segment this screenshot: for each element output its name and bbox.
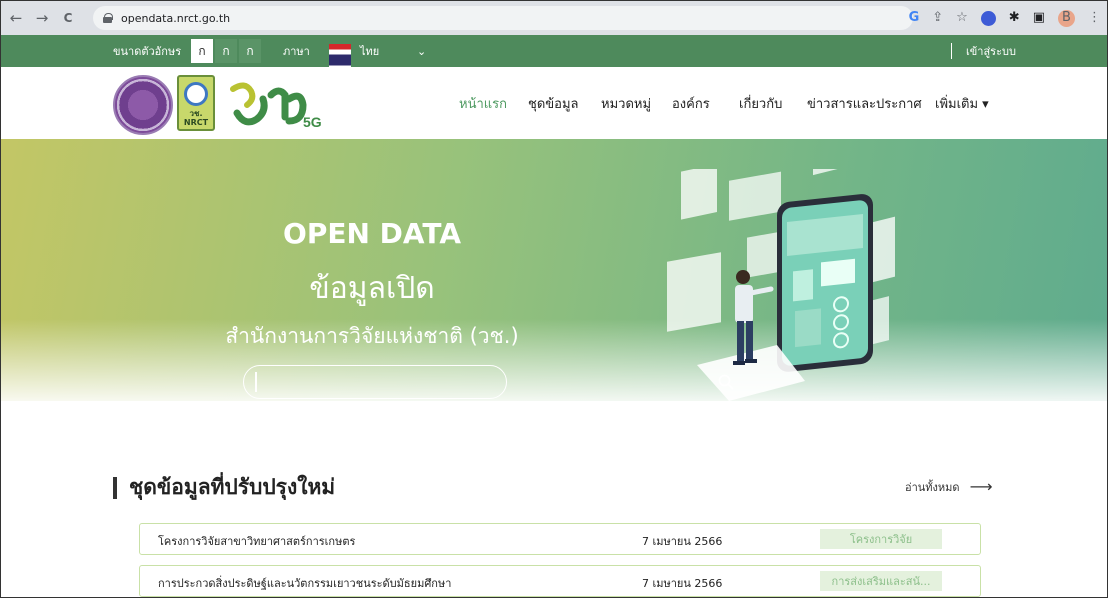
address-bar[interactable]: opendata.nrct.go.th [93, 6, 913, 30]
nav-news[interactable]: ข่าวสารและประกาศ [807, 67, 922, 139]
dataset-date: 7 เมษายน 2566 [642, 535, 723, 548]
text-cursor [255, 372, 257, 392]
extension-icon[interactable] [980, 10, 996, 26]
sidebar-icon[interactable]: ▣ [1033, 8, 1045, 28]
hero-subtitle: สำนักงานการวิจัยแห่งชาติ (วช.) [225, 324, 519, 348]
nrct-seal-logo[interactable] [113, 75, 173, 135]
nav-about[interactable]: เกี่ยวกับ [739, 67, 782, 139]
language-label: ภาษา [283, 45, 310, 58]
section-title: ชุดข้อมูลที่ปรับปรุงใหม่ [129, 475, 336, 499]
url-text: opendata.nrct.go.th [121, 11, 231, 25]
data-analysis-illustration [667, 169, 895, 401]
menu-icon[interactable]: ⋮ [1088, 8, 1101, 28]
font-size-label: ขนาดตัวอักษร [113, 45, 182, 58]
read-all-link[interactable]: อ่านทั้งหมด ⟶ [905, 477, 993, 496]
read-all-label: อ่านทั้งหมด [905, 480, 960, 494]
dataset-title[interactable]: โครงการวิจัยสาขาวิทยาศาสตร์การเกษตร [158, 532, 355, 550]
browser-window: ← → C opendata.nrct.go.th G ⇪ ☆ ✱ ▣ B ⋮ … [0, 0, 1108, 598]
dataset-row[interactable]: การประกวดสิ่งประดิษฐ์และนวัตกรรมเยาวชนระ… [139, 565, 981, 597]
font-size-small-button[interactable]: ก [191, 39, 213, 63]
logo-text: วช. NRCT [183, 109, 209, 127]
nav-home[interactable]: หน้าแรก [459, 67, 507, 139]
browser-actions: G ⇪ ☆ ✱ ▣ B ⋮ [909, 8, 1101, 28]
browser-toolbar: ← → C opendata.nrct.go.th G ⇪ ☆ ✱ ▣ B ⋮ [1, 1, 1107, 35]
svg-text:5G: 5G [303, 114, 322, 130]
dataset-title[interactable]: การประกวดสิ่งประดิษฐ์และนวัตกรรมเยาวชนระ… [158, 574, 451, 592]
nav-categories[interactable]: หมวดหมู่ [601, 67, 651, 139]
section-marker [113, 477, 117, 499]
forward-button[interactable]: → [31, 7, 53, 29]
divider [951, 43, 952, 59]
search-input[interactable] [256, 372, 466, 392]
language-select[interactable]: ไทย [360, 35, 379, 67]
chevron-down-icon[interactable]: ⌄ [417, 35, 426, 67]
hero-title: OPEN DATA [283, 217, 461, 250]
reload-button[interactable]: C [57, 7, 79, 29]
nrct-logo[interactable]: วช. NRCT [177, 75, 215, 131]
hero-banner: OPEN DATA ข้อมูลเปิด สำนักงานการวิจัยแห่… [1, 139, 1107, 401]
hero-title-thai: ข้อมูลเปิด [309, 271, 435, 306]
dataset-date: 7 เมษายน 2566 [642, 577, 723, 590]
dataset-category-badge[interactable]: โครงการวิจัย [820, 529, 942, 549]
site-header: วช. NRCT 5G หน้าแรก ชุดข้อมูล หมวดหมู่ อง… [1, 67, 1107, 139]
vch-5g-logo[interactable]: 5G [223, 77, 327, 133]
login-link[interactable]: เข้าสู่ระบบ [959, 35, 1023, 67]
font-size-large-button[interactable]: ก [239, 39, 261, 63]
nav-datasets[interactable]: ชุดข้อมูล [528, 67, 579, 139]
share-icon[interactable]: ⇪ [932, 8, 943, 28]
google-icon[interactable]: G [909, 8, 920, 28]
star-icon[interactable]: ☆ [956, 8, 968, 28]
back-button[interactable]: ← [5, 7, 27, 29]
arrow-right-icon: ⟶ [969, 477, 993, 496]
dataset-category-badge[interactable]: การส่งเสริมและสนั... [820, 571, 942, 591]
nav-more[interactable]: เพิ่มเติม ▾ [935, 67, 989, 139]
lock-icon [103, 13, 113, 23]
search-box[interactable] [243, 365, 734, 399]
nav-organizations[interactable]: องค์กร [672, 67, 710, 139]
utility-bar: ขนาดตัวอักษร ก ก ก ภาษา ไทย ⌄ เข้าสู่ระบ… [1, 35, 1107, 76]
dataset-row[interactable]: โครงการวิจัยสาขาวิทยาศาสตร์การเกษตร 7 เม… [139, 523, 981, 555]
puzzle-icon[interactable]: ✱ [1009, 8, 1020, 28]
font-size-medium-button[interactable]: ก [215, 39, 237, 63]
emblem-icon [184, 82, 208, 106]
profile-avatar[interactable]: B [1058, 9, 1075, 27]
